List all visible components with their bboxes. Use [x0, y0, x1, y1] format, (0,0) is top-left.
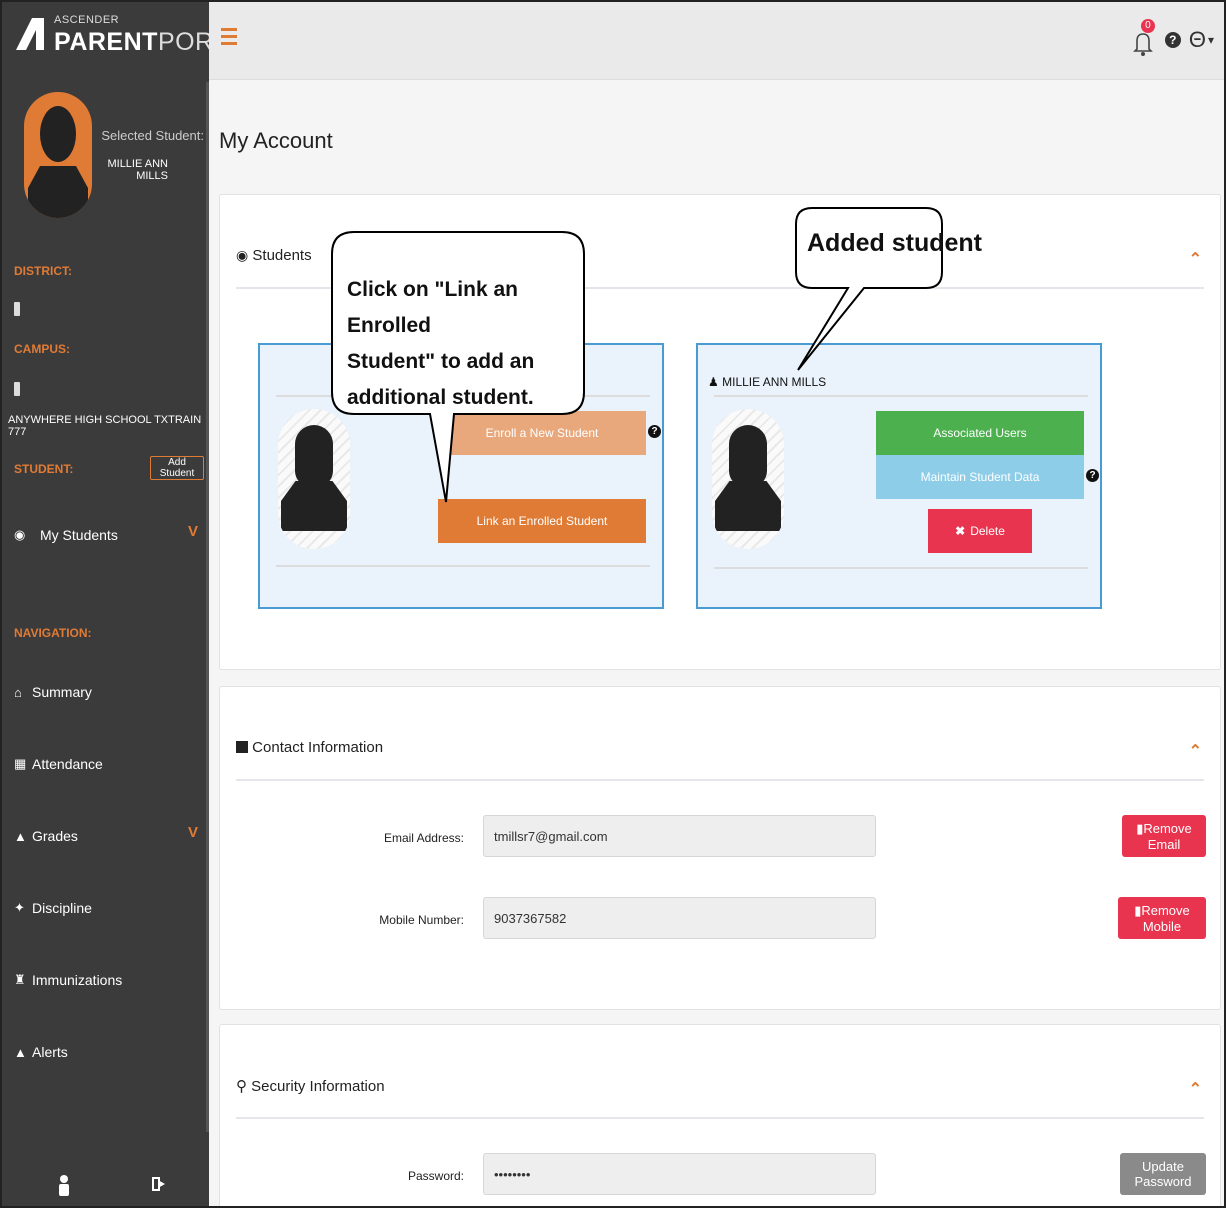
screenshot-frame: ASCENDER PARENTPORTAL Selected Student: …	[0, 0, 1226, 1208]
callout-shapes	[331, 207, 943, 503]
callout-added-student: Added student	[807, 229, 982, 257]
callout-link-instruction: Click on "Link an Enrolled Student" to a…	[347, 278, 535, 409]
